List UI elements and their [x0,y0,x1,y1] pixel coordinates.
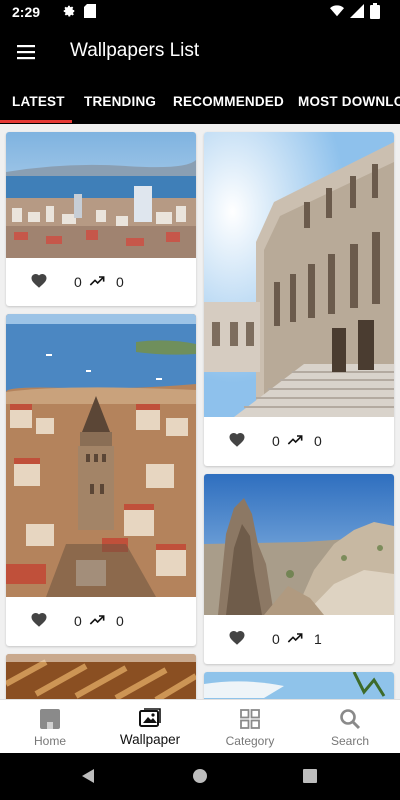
views-count: 0 [314,433,322,449]
views-count: 0 [116,613,124,629]
wallpaper-image[interactable] [204,672,394,699]
tab-latest[interactable]: LATEST [12,94,65,109]
likes-count: 0 [74,274,82,290]
wallpaper-image[interactable] [204,132,394,417]
card-stats: 0 0 [6,262,196,302]
heart-icon[interactable] [30,611,48,629]
status-bar: 2:29 [0,0,400,24]
views-count: 0 [116,274,124,290]
menu-icon[interactable] [14,40,38,64]
trending-icon [89,276,105,286]
trending-icon [89,615,105,625]
wallpaper-card[interactable]: 0 0 [204,132,394,466]
nav-wallpaper[interactable]: Wallpaper [100,700,200,754]
wallpaper-image[interactable] [204,474,394,615]
views-count: 1 [314,631,322,647]
search-icon [340,709,361,730]
wallpaper-card[interactable]: 0 1 [204,474,394,664]
nav-search-label: Search [330,734,370,748]
tab-most-downloaded[interactable]: MOST DOWNLOADED [298,94,400,109]
app-bar: Wallpapers List [0,24,400,80]
home-button-icon[interactable] [192,768,208,784]
wallpaper-card[interactable] [6,654,196,699]
sd-card-icon [84,4,96,18]
wallpaper-grid: 0 0 0 0 0 0 0 1 [0,124,400,699]
tab-trending[interactable]: TRENDING [84,94,156,109]
signal-icon [350,4,364,18]
heart-icon[interactable] [228,629,246,647]
trending-icon [287,435,303,445]
bottom-navigation: Home Wallpaper Category Search [0,699,400,753]
tab-bar: LATEST TRENDING RECOMMENDED MOST DOWNLOA… [0,80,400,124]
settings-icon [63,5,75,17]
nav-category[interactable]: Category [200,700,300,754]
wallpaper-image[interactable] [6,654,196,699]
tab-indicator [0,120,72,123]
home-icon [40,709,60,729]
system-navigation-bar [0,753,400,800]
card-stats: 0 1 [204,619,394,659]
wallpaper-card[interactable]: 0 0 [6,132,196,306]
wallpaper-card[interactable]: 0 0 [6,314,196,646]
nav-home[interactable]: Home [0,700,100,754]
heart-icon[interactable] [30,272,48,290]
card-stats: 0 0 [6,601,196,641]
page-title: Wallpapers List [70,40,200,61]
trending-icon [287,633,303,643]
likes-count: 0 [74,613,82,629]
nav-category-label: Category [225,734,275,748]
grid-icon [240,709,260,729]
card-stats: 0 0 [204,421,394,461]
battery-icon [370,3,380,19]
wallpaper-image[interactable] [6,314,196,597]
nav-home-label: Home [33,734,66,748]
likes-count: 0 [272,631,280,647]
tab-recommended[interactable]: RECOMMENDED [173,94,284,109]
nav-search[interactable]: Search [300,700,400,754]
likes-count: 0 [272,433,280,449]
wallpaper-icon [139,708,161,727]
status-time: 2:29 [12,4,41,20]
heart-icon[interactable] [228,431,246,449]
recents-icon[interactable] [303,769,317,783]
wallpaper-card[interactable] [204,672,394,699]
wallpaper-image[interactable] [6,132,196,258]
wifi-icon [330,5,344,17]
back-icon[interactable] [80,768,96,784]
nav-wallpaper-label: Wallpaper [119,732,181,747]
